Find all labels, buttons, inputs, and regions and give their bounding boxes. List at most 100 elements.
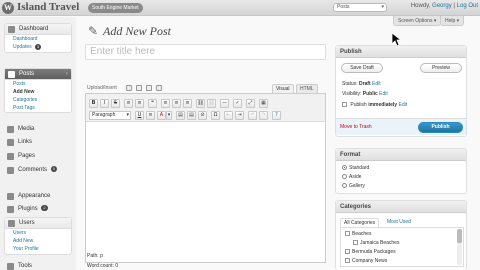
spellcheck-button[interactable]: ✓ (233, 99, 242, 108)
submenu-post-tags[interactable]: Post Tags (5, 104, 71, 112)
add-media-icon[interactable] (156, 85, 162, 91)
fullscreen-button[interactable]: ⤢ (246, 99, 255, 108)
format-option-gallery[interactable]: Gallery (342, 183, 365, 189)
special-char-button[interactable]: Ω (211, 111, 220, 120)
calendar-icon (342, 102, 347, 108)
menu-comments[interactable]: Comments 0 (4, 165, 72, 176)
category-label: Beaches (352, 231, 372, 237)
submenu-add-new[interactable]: Add New (5, 88, 71, 96)
visit-site-button[interactable]: South Engine Market (88, 3, 143, 13)
dashboard-icon (8, 26, 15, 33)
menu-head-posts[interactable]: Posts ▾ (5, 69, 71, 80)
menu-pages[interactable]: Pages (4, 151, 72, 162)
screen-options-tab[interactable]: Screen Options ▾ (393, 16, 442, 26)
help-button[interactable]: ? (272, 111, 281, 120)
category-item[interactable]: Bermuda Packages (345, 249, 396, 255)
text-color-dropdown[interactable]: ▾ (166, 111, 172, 120)
move-to-trash-link[interactable]: Move to Trash (340, 124, 372, 130)
format-option-label: Aside (349, 174, 362, 180)
scrollbar-thumb[interactable] (457, 229, 462, 243)
tab-most-used[interactable]: Most Used (384, 218, 414, 226)
post-title-input[interactable]: Enter title here (85, 44, 326, 60)
justify-button[interactable]: ≡ (146, 111, 155, 120)
text-color-button[interactable]: A (157, 111, 166, 120)
favorite-actions-select[interactable]: Posts ▾ (333, 3, 387, 12)
menu-label: Users (19, 220, 35, 226)
indent-button[interactable]: ⇥ (235, 111, 244, 120)
paste-word-button[interactable]: ▤ (187, 111, 196, 120)
status-edit-link[interactable]: Edit (372, 81, 381, 87)
align-center-button[interactable]: ≡ (172, 99, 181, 108)
insert-link-button[interactable]: ⛓ (196, 99, 205, 108)
radio-button[interactable] (342, 174, 347, 180)
menu-media[interactable]: Media (4, 124, 72, 135)
publish-button[interactable]: Publish (418, 122, 463, 133)
kitchen-sink-button[interactable]: ▦ (259, 99, 268, 108)
format-option-standard[interactable]: Standard (342, 165, 369, 171)
checkbox[interactable] (353, 240, 358, 246)
site-title[interactable]: Island Travel (17, 1, 79, 13)
user-profile-link[interactable]: Georgy (432, 3, 452, 9)
numbered-list-button[interactable]: ≡ (135, 99, 144, 108)
category-item[interactable]: Jamaica Beaches (353, 240, 399, 246)
publish-box-title[interactable]: Publish (336, 46, 466, 58)
post-editor[interactable]: B I S ≡ ≡ ❝ ≡ ≡ ≡ ⛓ ⛓ — ✓ ⤢ ▦ Paragraph … (85, 93, 326, 263)
add-image-icon[interactable] (126, 85, 132, 91)
tab-html[interactable]: HTML (296, 84, 318, 93)
bold-button[interactable]: B (89, 99, 98, 108)
undo-button[interactable]: ↶ (248, 111, 257, 120)
radio-button[interactable] (342, 183, 347, 189)
menu-label: Posts (19, 71, 35, 77)
submenu-users[interactable]: Users (5, 229, 71, 237)
publish-date-edit-link[interactable]: Edit (398, 102, 407, 108)
unlink-button[interactable]: ⛓ (207, 99, 216, 108)
save-draft-button[interactable]: Save Draft (341, 63, 383, 73)
paste-text-button[interactable]: ▤ (176, 111, 185, 120)
align-right-button[interactable]: ≡ (183, 99, 192, 108)
underline-button[interactable]: U (135, 111, 144, 120)
tab-visual[interactable]: Visual (272, 84, 294, 93)
categories-box-title[interactable]: Categories (336, 201, 466, 213)
format-box-title[interactable]: Format (336, 149, 466, 161)
submenu-updates[interactable]: Updates 3 (5, 43, 71, 52)
checkbox[interactable] (345, 258, 350, 264)
logout-link[interactable]: Log Out (457, 3, 478, 9)
more-tag-button[interactable]: — (220, 99, 229, 108)
submenu-users-add-new[interactable]: Add New (5, 237, 71, 245)
menu-plugins[interactable]: Plugins 2 (4, 204, 72, 215)
checkbox[interactable] (345, 231, 350, 237)
bullet-list-button[interactable]: ≡ (124, 99, 133, 108)
tab-all-categories[interactable]: All Categories (340, 218, 380, 227)
category-item[interactable]: Company News (345, 258, 387, 264)
menu-head-dashboard[interactable]: Dashboard (5, 24, 71, 35)
remove-format-button[interactable]: ⊘ (198, 111, 207, 120)
radio-button[interactable] (342, 165, 347, 171)
category-item[interactable]: Beaches (345, 231, 371, 237)
redo-button[interactable]: ↷ (259, 111, 268, 120)
submenu-posts[interactable]: Posts (5, 80, 71, 88)
chevron-down-icon: ▾ (126, 112, 129, 118)
submenu-your-profile[interactable]: Your Profile (5, 245, 71, 254)
outdent-button[interactable]: ⇤ (224, 111, 233, 120)
italic-button[interactable]: I (100, 99, 109, 108)
plugins-icon (7, 206, 14, 213)
preview-button[interactable]: Preview (420, 63, 462, 73)
menu-tools[interactable]: Tools (4, 261, 72, 270)
submenu-categories[interactable]: Categories (5, 96, 71, 104)
visibility-edit-link[interactable]: Edit (379, 91, 388, 97)
format-option-aside[interactable]: Aside (342, 174, 362, 180)
checkbox[interactable] (345, 249, 350, 255)
submenu-dashboard[interactable]: Dashboard (5, 35, 71, 43)
category-scrollbar[interactable] (457, 229, 462, 265)
add-video-icon[interactable] (136, 85, 142, 91)
menu-head-users[interactable]: Users (5, 218, 71, 229)
menu-links[interactable]: Links (4, 137, 72, 148)
menu-appearance[interactable]: Appearance (4, 191, 72, 202)
help-tab[interactable]: Help ▾ (440, 16, 465, 26)
blockquote-button[interactable]: ❝ (148, 99, 157, 108)
format-select[interactable]: Paragraph ▾ (89, 111, 131, 120)
links-icon (7, 139, 14, 146)
align-left-button[interactable]: ≡ (161, 99, 170, 108)
add-audio-icon[interactable] (146, 85, 152, 91)
strikethrough-button[interactable]: S (111, 99, 120, 108)
